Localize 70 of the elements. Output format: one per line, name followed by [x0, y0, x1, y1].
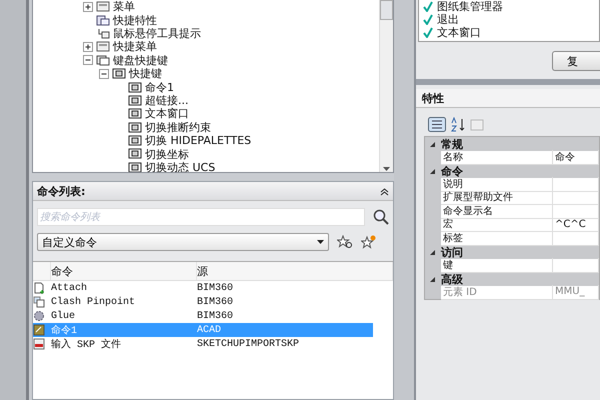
column-header[interactable]: 源: [197, 264, 208, 278]
star-search-icon[interactable]: [337, 235, 353, 249]
collapse-icon[interactable]: [430, 168, 436, 174]
tree-item[interactable]: 切换推断约束: [145, 120, 211, 135]
list-item[interactable]: 文本窗口: [437, 25, 481, 40]
tooltip-icon: [96, 28, 110, 39]
key-icon: [128, 108, 142, 120]
scroll-thumb[interactable]: [380, 0, 393, 20]
collapse-toggle[interactable]: [83, 55, 93, 66]
check-icon[interactable]: [423, 14, 433, 25]
sort-az-icon[interactable]: [450, 117, 466, 132]
list-item[interactable]: 图纸集管理器: [437, 0, 503, 14]
search-field[interactable]: 搜索命令列表: [37, 208, 365, 226]
command-row[interactable]: Attach BIM360: [33, 281, 373, 295]
star-icon[interactable]: [361, 235, 377, 249]
tree-item[interactable]: 切换 HIDEPALETTES: [145, 133, 252, 148]
gear-icon: [33, 310, 45, 322]
section-title: 高级: [441, 272, 464, 286]
list-item[interactable]: 退出: [437, 12, 459, 27]
action-button[interactable]: 复: [552, 51, 600, 71]
menu-icon: [96, 1, 110, 12]
collapse-icon[interactable]: [430, 142, 436, 148]
scroll-down-icon[interactable]: [383, 167, 390, 172]
property-name: 扩展型帮助文件: [441, 190, 553, 205]
search-icon[interactable]: [373, 209, 389, 225]
key-icon: [128, 148, 142, 160]
section-title: 访问: [441, 245, 464, 260]
collapse-icon[interactable]: [380, 186, 389, 196]
panel-title: 特性: [422, 90, 444, 106]
tree-item[interactable]: 快捷键: [129, 66, 162, 82]
categorized-view-icon[interactable]: [428, 117, 446, 132]
section-title: 常规: [441, 137, 464, 152]
key-icon: [128, 122, 142, 133]
check-icon[interactable]: [423, 1, 433, 12]
command-row[interactable]: Clash Pinpoint BIM360: [33, 295, 373, 309]
collapse-toggle[interactable]: [99, 68, 109, 79]
tree-item[interactable]: 切换坐标: [145, 146, 189, 162]
expand-toggle[interactable]: [83, 42, 93, 52]
tree-item[interactable]: 快捷特性: [113, 12, 157, 28]
property-value[interactable]: ^C^C: [553, 218, 599, 232]
section-title: 命令: [441, 164, 464, 179]
property-name: 命令显示名: [441, 204, 553, 218]
key-icon: [128, 82, 142, 93]
tree-item[interactable]: 命令1: [145, 80, 174, 95]
property-name: 元素 ID: [441, 285, 553, 300]
panel-title: 命令列表:: [37, 184, 86, 198]
tree-item[interactable]: 菜单: [113, 0, 135, 14]
collapse-icon[interactable]: [430, 250, 436, 256]
command-row[interactable]: 输入 SKP 文件 SKETCHUPIMPORTSKP: [33, 337, 373, 351]
check-icon[interactable]: [423, 27, 433, 38]
column-header[interactable]: 命令: [51, 264, 73, 278]
tree-item[interactable]: 文本窗口: [145, 106, 189, 122]
tree-item[interactable]: 键盘快捷键: [113, 52, 168, 68]
scrollbar[interactable]: [379, 0, 393, 172]
key-icon: [128, 135, 142, 146]
tree-item[interactable]: 快捷菜单: [113, 39, 157, 54]
properties-icon: [96, 14, 110, 26]
key-icon: [128, 94, 142, 106]
menu-icon: [96, 41, 110, 52]
tree-item[interactable]: 超链接...: [145, 92, 188, 108]
tree-item[interactable]: 鼠标悬停工具提示: [113, 26, 201, 41]
expand-toggle[interactable]: [83, 2, 93, 12]
key-icon: [112, 68, 126, 80]
property-name: 说明: [441, 177, 553, 192]
dropdown-arrow-icon: [317, 240, 324, 244]
property-name: 宏: [441, 218, 553, 232]
keyboard-icon: [96, 54, 110, 66]
command-row[interactable]: Glue BIM360: [33, 309, 373, 323]
collapse-icon[interactable]: [430, 276, 436, 282]
filter-dropdown[interactable]: 自定义命令: [37, 233, 329, 251]
